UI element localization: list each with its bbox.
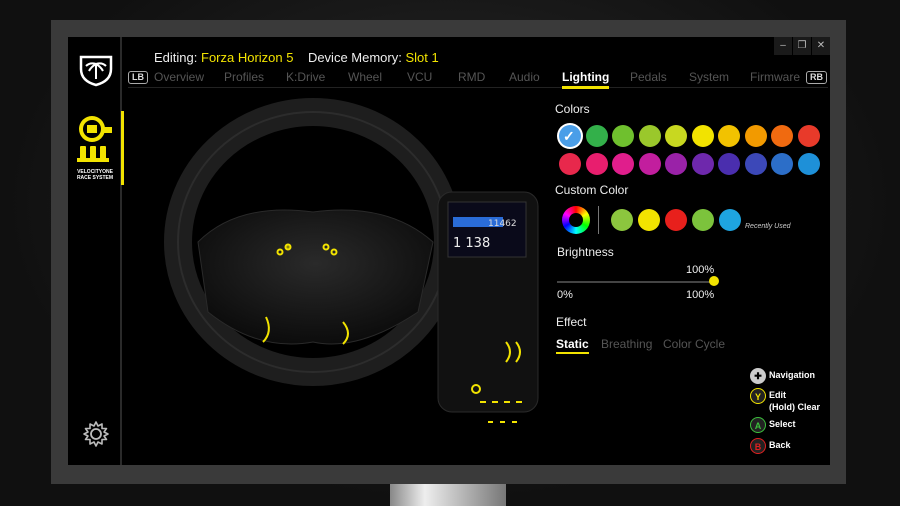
color-swatch-row1-7[interactable]: [718, 125, 740, 147]
recently-used-label: Recently Used: [745, 223, 791, 230]
legend-edit-label: Edit (Hold) Clear: [769, 389, 820, 413]
recent-color-swatch-2[interactable]: [638, 209, 660, 231]
color-swatch-row2-3[interactable]: [612, 153, 634, 175]
device-label: VELOCITYONE RACE SYSTEM: [70, 169, 120, 181]
effect-breathing[interactable]: Breathing: [601, 337, 652, 351]
lb-bumper-button[interactable]: LB: [128, 71, 148, 84]
color-swatch-row1-4[interactable]: [638, 125, 661, 147]
brightness-slider-track[interactable]: [557, 281, 714, 283]
tab-rmd[interactable]: RMD: [458, 70, 485, 84]
tab-bar: LB Overview Profiles K:Drive Wheel VCU R…: [128, 70, 828, 89]
color-swatch-row1-3[interactable]: [612, 125, 634, 147]
color-swatch-row1-8[interactable]: [744, 125, 767, 147]
selected-indicator: [121, 111, 124, 185]
recent-color-swatch-3[interactable]: [665, 209, 687, 231]
brightness-value: 100%: [686, 264, 715, 276]
memory-slot: Slot 1: [405, 50, 439, 65]
legend-back-label: Back: [769, 440, 791, 450]
legend-navigation-label: Navigation: [769, 370, 816, 380]
check-icon: ✓: [563, 128, 575, 144]
restore-button[interactable]: ❐: [793, 37, 811, 55]
controller-legend: ✚ Navigation Y Edit (Hold) Clear A Selec…: [750, 368, 830, 458]
rb-bumper-button[interactable]: RB: [806, 71, 827, 84]
brightness-min-label: 0%: [557, 289, 573, 301]
legend-clear-text: (Hold) Clear: [769, 402, 821, 412]
tab-system[interactable]: System: [689, 70, 729, 84]
device-name-line2: RACE SYSTEM: [76, 175, 114, 181]
color-swatch-row2-5[interactable]: [665, 153, 687, 175]
a-button-icon: A: [750, 417, 766, 433]
editing-game: Forza Horizon 5: [201, 50, 294, 65]
color-wheel-picker-icon[interactable]: [562, 206, 590, 234]
recent-color-swatch-5[interactable]: [719, 209, 741, 231]
color-swatch-row2-10[interactable]: [797, 153, 820, 175]
minimize-button[interactable]: –: [774, 37, 792, 55]
color-swatch-row1-1[interactable]: ✓: [559, 125, 581, 147]
tab-audio[interactable]: Audio: [509, 70, 540, 84]
color-swatch-row2-1[interactable]: [559, 153, 581, 175]
device-velocityone[interactable]: VELOCITYONE RACE SYSTEM: [68, 111, 124, 185]
effect-title: Effect: [556, 315, 587, 329]
color-swatch-row2-4[interactable]: [638, 153, 661, 175]
color-swatch-row2-6[interactable]: [691, 153, 714, 175]
close-button[interactable]: ✕: [812, 37, 830, 55]
gear-icon[interactable]: [82, 420, 110, 448]
tab-wheel[interactable]: Wheel: [348, 70, 382, 84]
legend-edit-text: Edit: [769, 390, 786, 400]
tab-firmware[interactable]: Firmware: [750, 70, 800, 84]
effect-static[interactable]: Static: [556, 337, 589, 354]
steering-wheel-device-icon: [77, 116, 112, 162]
editing-header: Editing: Forza Horizon 5 Device Memory: …: [154, 50, 439, 65]
recent-color-swatch-1[interactable]: [611, 209, 633, 231]
custom-color-title: Custom Color: [555, 183, 629, 197]
color-swatch-row2-2[interactable]: [585, 153, 608, 175]
color-swatch-row2-8[interactable]: [744, 153, 767, 175]
y-button-icon: Y: [750, 388, 766, 404]
turtle-beach-logo-icon: [79, 55, 113, 87]
wheel-render-image: 11462 1 138: [164, 98, 539, 423]
dpad-icon: ✚: [750, 368, 766, 384]
color-swatch-row2-7[interactable]: [718, 153, 740, 175]
tab-vcu[interactable]: VCU: [407, 70, 432, 84]
tab-lighting[interactable]: Lighting: [562, 70, 610, 89]
tab-profiles[interactable]: Profiles: [224, 70, 264, 84]
recent-color-swatch-4[interactable]: [692, 209, 714, 231]
sidebar: VELOCITYONE RACE SYSTEM: [68, 37, 124, 465]
b-button-icon: B: [750, 438, 766, 454]
effect-options: Static Breathing Color Cycle: [556, 337, 756, 357]
monitor-stand: [390, 484, 506, 506]
color-swatch-row1-5[interactable]: [665, 125, 687, 147]
legend-select-label: Select: [769, 419, 796, 429]
app-window: VELOCITYONE RACE SYSTEM – ❐ ✕ Editing: F…: [68, 37, 830, 465]
tab-pedals[interactable]: Pedals: [630, 70, 667, 84]
effect-color-cycle[interactable]: Color Cycle: [663, 337, 725, 351]
color-swatch-row1-9[interactable]: [771, 125, 793, 147]
svg-text:1 138: 1 138: [453, 236, 490, 251]
brightness-title: Brightness: [557, 245, 614, 259]
brightness-max-label: 100%: [686, 289, 715, 301]
editing-label: Editing:: [154, 50, 198, 65]
tab-overview[interactable]: Overview: [154, 70, 204, 84]
colors-title: Colors: [555, 102, 590, 116]
divider: [598, 206, 599, 234]
svg-text:11462: 11462: [488, 219, 517, 229]
color-swatch-row2-9[interactable]: [771, 153, 793, 175]
color-swatch-row1-6[interactable]: [691, 125, 714, 147]
color-swatch-row1-2[interactable]: [585, 125, 608, 147]
brightness-slider-knob[interactable]: [709, 276, 719, 286]
tab-kdrive[interactable]: K:Drive: [286, 70, 325, 84]
color-swatch-row1-10[interactable]: [797, 125, 820, 147]
memory-label: Device Memory:: [307, 50, 402, 65]
